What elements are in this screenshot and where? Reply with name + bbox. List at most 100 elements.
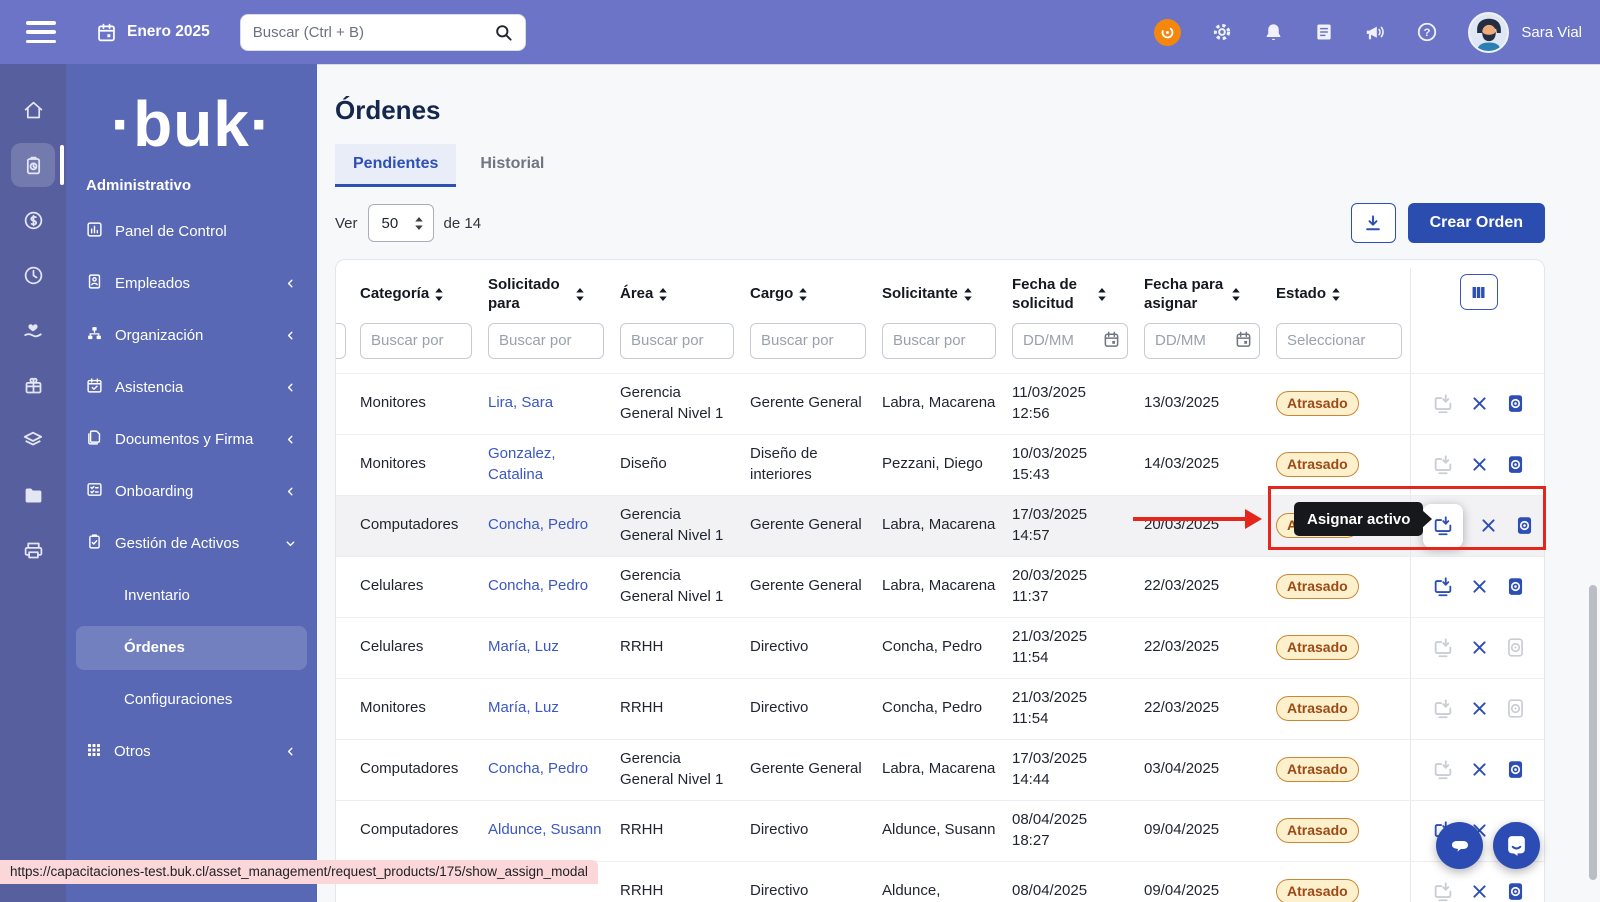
assign-asset-icon[interactable]: [1432, 881, 1454, 902]
chat-bubble-button[interactable]: [1436, 822, 1483, 869]
rail-home-icon[interactable]: [11, 88, 55, 132]
user-avatar[interactable]: [1468, 12, 1509, 53]
sidebar-subitem-inventario[interactable]: Inventario: [76, 574, 307, 618]
filter-cargo-input[interactable]: [750, 323, 866, 359]
rail-training-icon[interactable]: [11, 418, 55, 462]
filter-solicitante-input[interactable]: [882, 323, 996, 359]
assign-asset-icon[interactable]: [1432, 698, 1454, 720]
sidebar-item-gestion-de-activos[interactable]: Gestión de Activos: [76, 522, 307, 566]
sidebar-item-onboarding[interactable]: Onboarding: [76, 470, 307, 514]
column-header-categoria[interactable]: Categoría: [352, 268, 480, 318]
sidebar-item-asistencia[interactable]: Asistencia: [76, 366, 307, 410]
help-icon[interactable]: ?: [1416, 21, 1438, 43]
rail-benefits-icon[interactable]: [11, 308, 55, 352]
sidebar-item-empleados[interactable]: Empleados: [76, 262, 307, 306]
sidebar-item-documentos-y-firma[interactable]: Documentos y Firma: [76, 418, 307, 462]
cell-solicitado-para-link[interactable]: Concha, Pedro: [480, 740, 612, 800]
assign-asset-icon[interactable]: [1432, 759, 1454, 781]
sidebar-item-organizacion[interactable]: Organización: [76, 314, 307, 358]
view-order-icon[interactable]: [1505, 576, 1526, 597]
sort-icon[interactable]: [798, 288, 808, 301]
sort-icon[interactable]: [1331, 288, 1341, 301]
filter-fecha-solicitud-input[interactable]: [1012, 323, 1128, 359]
sort-icon[interactable]: [1097, 288, 1107, 301]
rail-files-icon[interactable]: [11, 473, 55, 517]
sidebar-subitem-ordenes[interactable]: Órdenes: [76, 626, 307, 670]
filter-area-input[interactable]: [620, 323, 734, 359]
view-order-icon[interactable]: [1505, 698, 1526, 719]
cancel-order-icon[interactable]: [1470, 638, 1489, 657]
assign-asset-icon[interactable]: [1432, 637, 1454, 659]
view-order-icon[interactable]: [1505, 637, 1526, 658]
sort-icon[interactable]: [658, 288, 668, 301]
page-size-select[interactable]: 50: [368, 204, 434, 242]
period-selector[interactable]: Enero 2025: [96, 22, 210, 43]
filter-categoria-input[interactable]: [360, 323, 472, 359]
notifications-bell-icon[interactable]: [1263, 22, 1284, 43]
sort-icon[interactable]: [434, 288, 444, 301]
hamburger-menu-icon[interactable]: [26, 21, 56, 43]
cell-solicitado-para-link[interactable]: Lira, Sara: [480, 374, 612, 434]
vertical-scrollbar[interactable]: [1589, 585, 1597, 880]
sort-icon[interactable]: [963, 288, 973, 301]
column-header-area[interactable]: Área: [612, 268, 742, 318]
messenger-button[interactable]: [1493, 822, 1540, 869]
filter-fecha-asignar-input[interactable]: [1144, 323, 1260, 359]
settings-gear-icon[interactable]: [1211, 21, 1233, 43]
cancel-order-icon[interactable]: [1470, 577, 1489, 596]
view-order-icon[interactable]: [1514, 515, 1535, 536]
download-button[interactable]: [1351, 203, 1396, 243]
column-settings-button[interactable]: [1460, 274, 1498, 310]
cancel-order-icon[interactable]: [1470, 760, 1489, 779]
assign-asset-icon[interactable]: [1432, 454, 1454, 476]
support-icon[interactable]: [1154, 19, 1181, 46]
view-order-icon[interactable]: [1505, 759, 1526, 780]
cell-solicitado-para-link[interactable]: Gonzalez, Catalina: [480, 435, 612, 495]
filter-solicitado-input[interactable]: [488, 323, 604, 359]
cell-fecha-solicitud: 21/03/202511:54: [1004, 679, 1136, 739]
announcements-megaphone-icon[interactable]: [1364, 21, 1386, 43]
cancel-order-icon[interactable]: [1470, 882, 1489, 901]
clipped-filter-input[interactable]: [335, 323, 346, 359]
cancel-order-icon[interactable]: [1470, 455, 1489, 474]
cancel-order-icon[interactable]: [1470, 699, 1489, 718]
tab-historial[interactable]: Historial: [462, 144, 562, 187]
cell-solicitado-para-link[interactable]: Aldunce, Susann: [480, 801, 612, 861]
filter-estado-select[interactable]: Seleccionar: [1276, 323, 1402, 359]
assign-asset-icon[interactable]: [1432, 576, 1454, 598]
column-header-fecha-solicitud[interactable]: Fecha de solicitud: [1004, 268, 1136, 318]
sidebar-item-otros[interactable]: Otros: [76, 730, 307, 774]
cell-fecha-asignar: 09/04/2025: [1136, 801, 1268, 861]
sort-icon[interactable]: [575, 288, 585, 301]
search-input[interactable]: [253, 24, 494, 41]
rail-gifts-icon[interactable]: [11, 363, 55, 407]
view-order-icon[interactable]: [1505, 393, 1526, 414]
cell-solicitado-para-link[interactable]: Concha, Pedro: [480, 496, 612, 556]
rail-time-icon[interactable]: [11, 253, 55, 297]
column-header-estado[interactable]: Estado: [1268, 268, 1410, 318]
tab-pendientes[interactable]: Pendientes: [335, 144, 456, 187]
cancel-order-icon[interactable]: [1479, 516, 1498, 535]
column-header-solicitante[interactable]: Solicitante: [874, 268, 1004, 318]
sidebar-item-panel-de-control[interactable]: Panel de Control: [76, 210, 307, 254]
view-order-icon[interactable]: [1505, 454, 1526, 475]
cell-categoria: Computadores: [352, 801, 480, 861]
cancel-order-icon[interactable]: [1470, 394, 1489, 413]
documents-icon[interactable]: [1314, 22, 1334, 42]
column-header-cargo[interactable]: Cargo: [742, 268, 874, 318]
cell-solicitado-para-link[interactable]: Concha, Pedro: [480, 557, 612, 617]
assign-asset-icon[interactable]: [1432, 393, 1454, 415]
rail-payroll-icon[interactable]: [11, 198, 55, 242]
rail-asset-management-icon[interactable]: [11, 143, 55, 187]
global-search[interactable]: [240, 14, 526, 51]
create-order-button[interactable]: Crear Orden: [1408, 203, 1545, 243]
column-header-fecha-asignar[interactable]: Fecha para asignar: [1136, 268, 1268, 318]
cell-solicitado-para-link[interactable]: María, Luz: [480, 618, 612, 678]
cell-solicitado-para-link[interactable]: María, Luz: [480, 679, 612, 739]
sort-icon[interactable]: [1231, 288, 1241, 301]
rail-printer-icon[interactable]: [11, 528, 55, 572]
view-order-icon[interactable]: [1505, 881, 1526, 902]
sidebar-subitem-configuraciones[interactable]: Configuraciones: [76, 678, 307, 722]
search-icon[interactable]: [494, 23, 513, 42]
column-header-solicitado-para[interactable]: Solicitado para: [480, 268, 612, 318]
